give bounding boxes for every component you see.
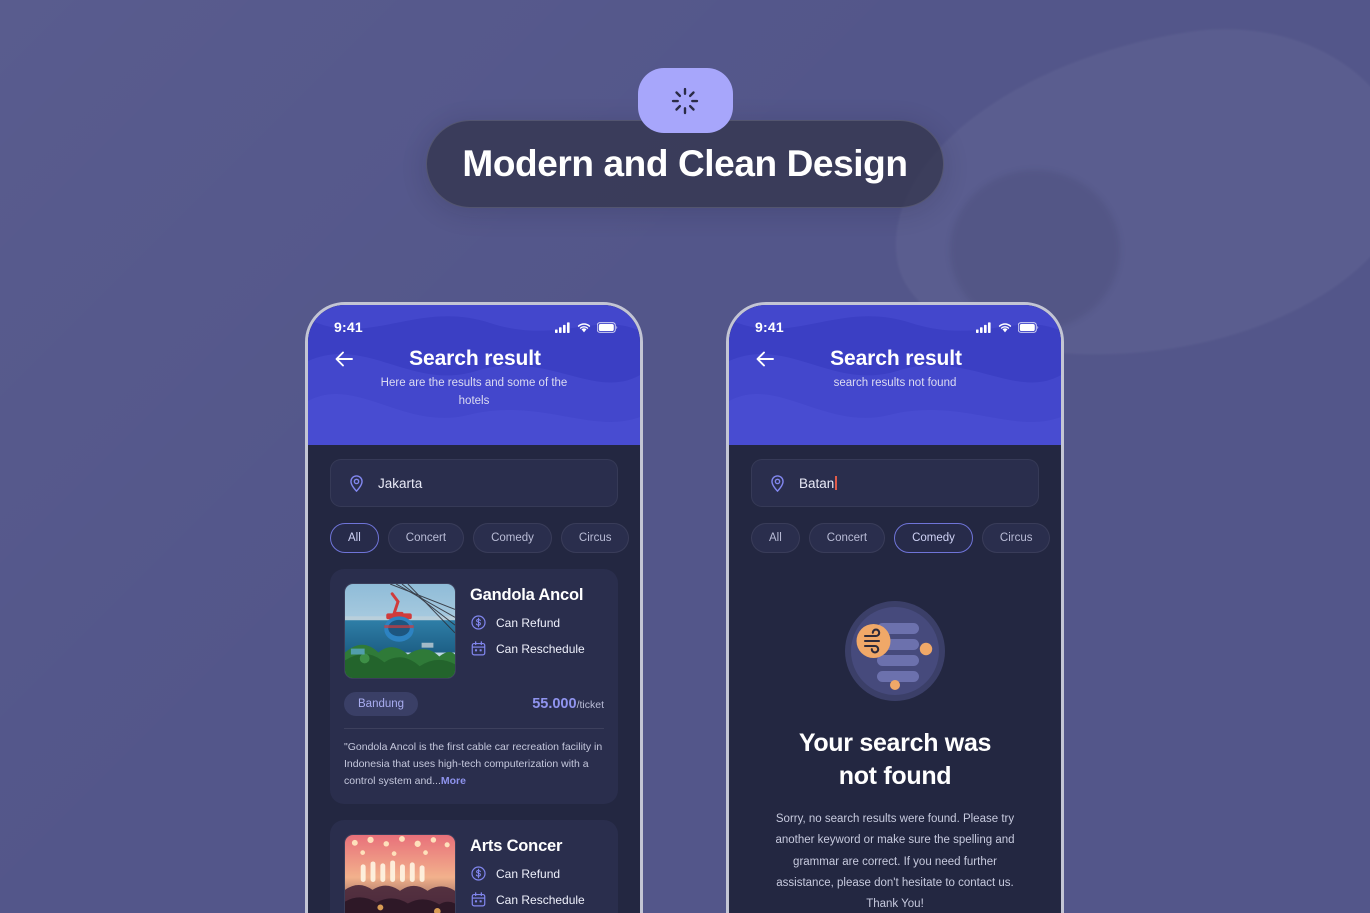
- banner: Modern and Clean Design: [0, 68, 1370, 208]
- gondola-cable-car-photo: [345, 584, 455, 678]
- wifi-icon: [998, 322, 1012, 332]
- feature-label: Can Reschedule: [496, 892, 585, 907]
- feature-refund: Can Refund: [470, 865, 585, 882]
- status-bar: 9:41: [729, 305, 1061, 335]
- banner-badge: [637, 68, 733, 133]
- search-input[interactable]: Batan: [751, 459, 1039, 507]
- result-title: Gandola Ancol: [470, 586, 584, 604]
- status-bar-time: 9:41: [334, 319, 363, 335]
- filter-chip-all[interactable]: All: [751, 523, 800, 553]
- feature-reschedule: Can Reschedule: [470, 640, 585, 657]
- banner-pill: Modern and Clean Design: [426, 120, 944, 208]
- location-pin-icon: [350, 474, 363, 492]
- status-bar: 9:41: [308, 305, 640, 335]
- banner-title: Modern and Clean Design: [462, 143, 908, 184]
- app-header: 9:41: [729, 305, 1061, 445]
- result-card[interactable]: Gandola Ancol Can Refund Can Reschedule …: [330, 569, 618, 804]
- filter-chip-comedy[interactable]: Comedy: [473, 523, 552, 553]
- read-more-link[interactable]: More: [441, 775, 466, 787]
- search-input[interactable]: Jakarta: [330, 459, 618, 507]
- page-subtitle: Here are the results and some of the hot…: [380, 377, 568, 407]
- calendar-reschedule-icon: [471, 892, 486, 907]
- location-tag: Bandung: [344, 692, 419, 716]
- wifi-icon: [577, 322, 591, 332]
- filter-chip-concert[interactable]: Concert: [808, 523, 886, 553]
- status-bar-icons: [555, 321, 618, 333]
- app-body: Jakarta All Concert Comedy Circus Gandol…: [308, 445, 640, 913]
- result-card-top: Gandola Ancol Can Refund Can Reschedule: [344, 583, 604, 679]
- no-results-document-icon: [845, 601, 945, 701]
- feature-label: Can Refund: [496, 866, 561, 881]
- filter-chip-comedy[interactable]: Comedy: [894, 523, 973, 553]
- app-body: Batan All Concert Comedy Circus Your sea…: [729, 445, 1061, 913]
- battery-icon: [597, 321, 618, 333]
- page-title: Search result: [409, 347, 541, 370]
- feature-label: Can Reschedule: [496, 641, 585, 656]
- search-input-text: Batan: [799, 475, 835, 491]
- result-thumbnail: [344, 834, 456, 913]
- result-card-info: Arts Concer Can Refund Can Reschedule: [470, 834, 585, 913]
- concert-crowd-photo: [345, 835, 455, 913]
- signal-icon: [976, 321, 991, 333]
- result-card-meta: Bandung 55.000/ticket: [344, 692, 604, 716]
- filter-chip-group: All Concert Comedy Circus: [751, 523, 1051, 553]
- status-bar-time: 9:41: [755, 319, 784, 335]
- signal-icon: [555, 321, 570, 333]
- result-thumbnail: [344, 583, 456, 679]
- feature-reschedule: Can Reschedule: [470, 891, 585, 908]
- page-title: Search result: [830, 347, 962, 370]
- price-amount: 55.000: [532, 696, 577, 712]
- text-caret: [835, 475, 838, 490]
- filter-chip-concert[interactable]: Concert: [387, 523, 465, 553]
- empty-state: Your search was not found Sorry, no sear…: [751, 553, 1039, 913]
- filter-chip-circus[interactable]: Circus: [560, 523, 630, 553]
- search-input-value: Batan: [799, 475, 838, 491]
- calendar-reschedule-icon: [471, 641, 486, 656]
- loading-spinner-icon: [671, 87, 699, 114]
- result-description-text: "Gondola Ancol is the first cable car re…: [344, 741, 603, 787]
- page-subtitle: search results not found: [833, 377, 957, 389]
- feature-refund: Can Refund: [470, 614, 585, 631]
- price: 55.000/ticket: [532, 696, 604, 712]
- result-card[interactable]: Arts Concer Can Refund Can Reschedule: [330, 820, 618, 913]
- phone-mockup-search-results: 9:41 Search result Here are the results …: [305, 302, 643, 913]
- app-header: 9:41: [308, 305, 640, 445]
- result-card-top: Arts Concer Can Refund Can Reschedule: [344, 834, 604, 913]
- filter-chip-circus[interactable]: Circus: [981, 523, 1051, 553]
- battery-icon: [1018, 321, 1039, 333]
- search-input-value: Jakarta: [378, 475, 423, 491]
- status-bar-icons: [976, 321, 1039, 333]
- location-pin-icon: [771, 474, 784, 492]
- empty-state-title: Your search was not found: [798, 729, 992, 790]
- price-unit: /ticket: [576, 699, 604, 711]
- phone-mockup-search-empty: 9:41 Search result search results not fo…: [726, 302, 1064, 913]
- card-divider: [344, 728, 604, 729]
- header-nav-row: Search result: [729, 335, 1061, 371]
- refund-dollar-icon: [471, 615, 486, 630]
- filter-chip-group: All Concert Comedy Circus: [330, 523, 630, 553]
- feature-label: Can Refund: [496, 615, 561, 630]
- result-card-info: Gandola Ancol Can Refund Can Reschedule: [470, 583, 585, 679]
- filter-chip-all[interactable]: All: [330, 523, 379, 553]
- refund-dollar-icon: [471, 866, 486, 881]
- empty-state-body: Sorry, no search results were found. Ple…: [775, 813, 1015, 911]
- result-title: Arts Concer: [470, 837, 563, 855]
- header-nav-row: Search result: [308, 335, 640, 371]
- result-description: "Gondola Ancol is the first cable car re…: [344, 739, 604, 790]
